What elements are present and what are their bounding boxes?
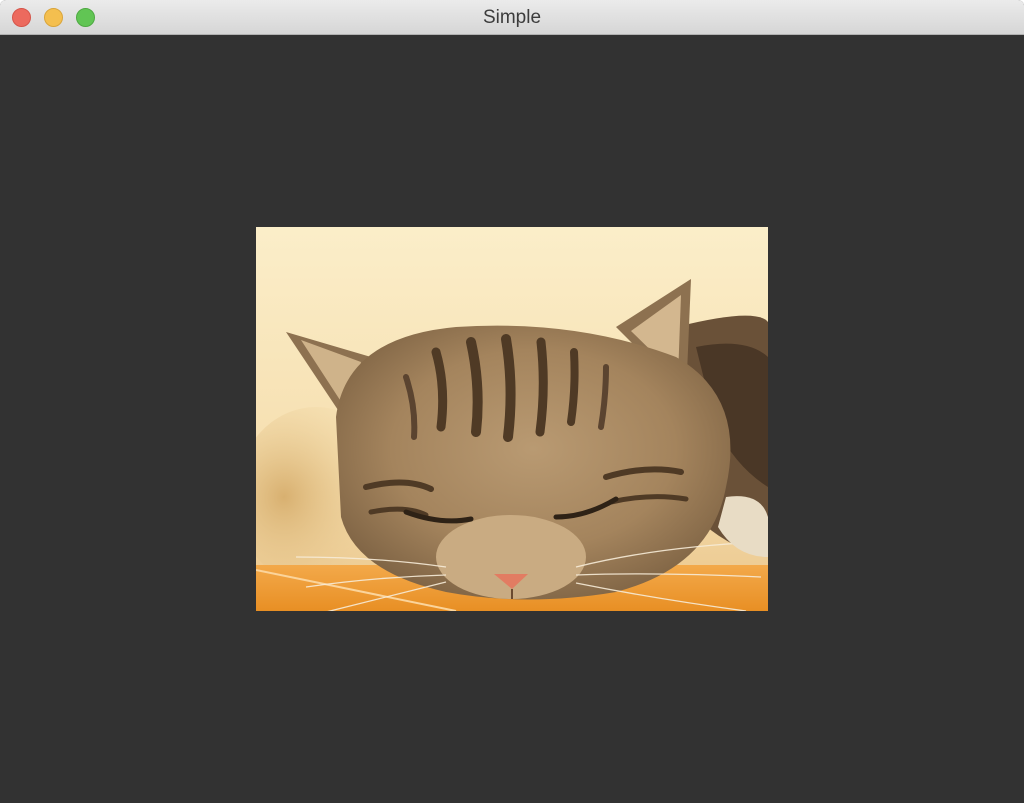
window-title: Simple: [482, 7, 542, 28]
app-window: Simple: [0, 0, 1024, 803]
cat-photo: [256, 227, 768, 611]
cat-photo-graphic: [256, 227, 768, 611]
title-bar[interactable]: Simple: [0, 0, 1024, 35]
content-area: [0, 35, 1024, 803]
